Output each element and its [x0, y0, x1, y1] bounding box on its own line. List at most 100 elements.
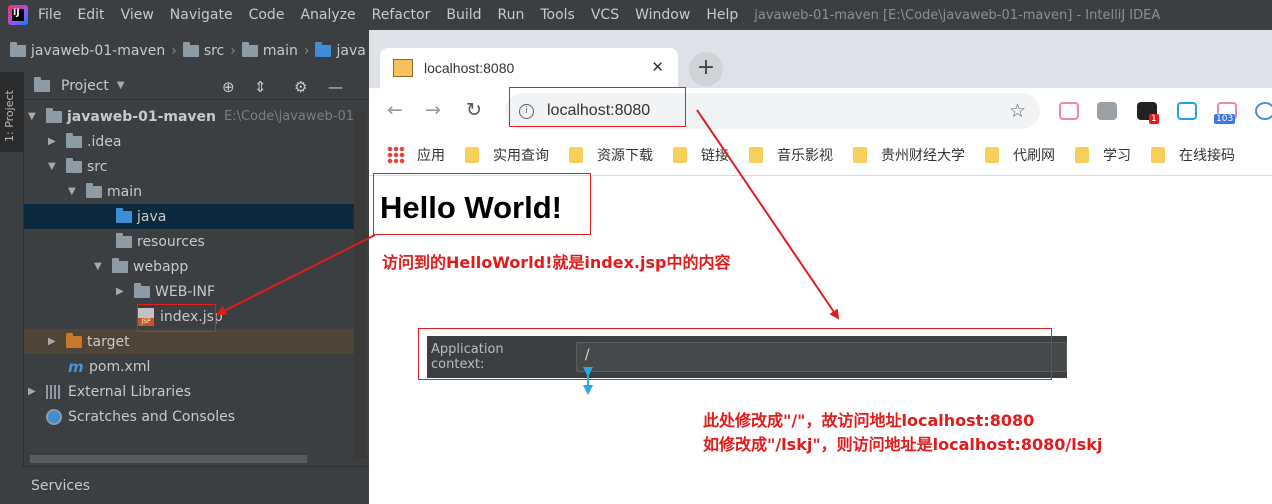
apps-grid-icon[interactable] — [387, 145, 405, 164]
browser-toolbar: ← → ↻ i localhost:8080 ☆ 1 103 — [369, 88, 1272, 134]
folder-icon — [66, 132, 82, 148]
expand-arrow-icon[interactable]: ▶ — [28, 386, 38, 397]
bilibili-extension-icon[interactable] — [1059, 102, 1079, 120]
extension-icon[interactable] — [1255, 102, 1272, 120]
breadcrumb-item-main[interactable]: main › — [241, 42, 309, 59]
menu-code[interactable]: Code — [249, 7, 285, 23]
expand-arrow-icon[interactable]: ▼ — [28, 111, 38, 122]
tree-item-project-root[interactable]: ▼ javaweb-01-maven E:\Code\javaweb-01- — [24, 104, 359, 129]
vertical-scrollbar[interactable] — [354, 112, 367, 458]
expand-arrow-icon[interactable]: ▼ — [94, 261, 104, 272]
menu-analyze[interactable]: Analyze — [300, 7, 355, 23]
menu-refactor[interactable]: Refactor — [372, 7, 431, 23]
bookmark-label: 音乐影视 — [777, 147, 833, 164]
application-context-field: Application context: / — [427, 336, 1067, 378]
project-tool-tab-label: 1: Project — [3, 90, 16, 142]
menu-run[interactable]: Run — [498, 7, 525, 23]
expand-arrow-icon[interactable]: ▶ — [48, 336, 58, 347]
menu-vcs[interactable]: VCS — [591, 7, 619, 23]
bookmark-label: 链接 — [701, 147, 729, 164]
tree-item-src[interactable]: ▼ src — [24, 154, 354, 179]
menu-view[interactable]: View — [121, 7, 154, 23]
info-icon[interactable]: i — [519, 103, 534, 119]
menu-help[interactable]: Help — [706, 7, 738, 23]
application-context-input[interactable]: / — [575, 342, 1067, 372]
resources-folder-icon — [116, 232, 132, 248]
bookmark-folder[interactable]: 在线接码 — [1151, 145, 1235, 165]
reload-icon[interactable]: ↻ — [466, 99, 482, 121]
services-tool-bar[interactable]: Services — [22, 466, 369, 504]
forward-arrow-icon[interactable]: → — [425, 99, 441, 121]
breadcrumb-item-project[interactable]: javaweb-01-maven › — [10, 42, 177, 59]
tree-item-idea[interactable]: ▶ .idea — [24, 129, 354, 154]
bookmark-folder[interactable]: 贵州财经大学 — [853, 145, 965, 165]
collapse-all-icon[interactable]: ⇕ — [254, 78, 267, 96]
excluded-folder-icon — [66, 332, 82, 348]
hide-panel-icon[interactable]: — — [328, 78, 343, 96]
tree-item-label: target — [87, 333, 130, 350]
tree-item-webapp[interactable]: ▼ webapp — [24, 254, 354, 279]
breadcrumb-item-src[interactable]: src › — [182, 42, 236, 59]
tree-item-external-libraries[interactable]: ▶ External Libraries — [24, 379, 354, 404]
menu-file[interactable]: File — [38, 7, 61, 23]
bookmark-label: 在线接码 — [1179, 147, 1235, 164]
tree-item-index-jsp[interactable]: index.jsp — [24, 304, 354, 329]
bookmark-folder[interactable]: 资源下载 — [569, 145, 653, 165]
bookmark-folder[interactable]: 代刷网 — [985, 145, 1055, 165]
expand-arrow-icon[interactable]: ▶ — [116, 286, 126, 297]
menu-tools[interactable]: Tools — [540, 7, 575, 23]
window-title: javaweb-01-maven [E:\Code\javaweb-01-mav… — [754, 7, 1161, 23]
tree-item-label: java — [137, 208, 167, 225]
browser-tab[interactable]: localhost:8080 ✕ — [380, 48, 678, 88]
tree-item-resources[interactable]: resources — [24, 229, 354, 254]
folder-icon — [241, 42, 258, 57]
breadcrumb-label: src — [203, 43, 225, 59]
tv-extension-icon[interactable] — [1177, 102, 1197, 120]
address-text[interactable]: localhost:8080 — [547, 102, 650, 120]
back-arrow-icon[interactable]: ← — [387, 99, 403, 121]
close-icon[interactable]: ✕ — [651, 58, 664, 76]
tab-strip: localhost:8080 ✕ + — [369, 30, 1272, 88]
bookmark-folder[interactable]: 学习 — [1075, 145, 1131, 165]
folder-icon — [569, 146, 583, 163]
breadcrumb-item-java[interactable]: java — [315, 42, 366, 59]
bookmark-folder[interactable]: 音乐影视 — [749, 145, 833, 165]
tree-item-java[interactable]: java — [24, 204, 354, 229]
address-bar[interactable]: i localhost:8080 ☆ — [505, 93, 1040, 129]
menu-window[interactable]: Window — [635, 7, 690, 23]
tree-item-main[interactable]: ▼ main — [24, 179, 354, 204]
project-panel-title[interactable]: Project — [61, 78, 109, 94]
tree-item-web-inf[interactable]: ▶ WEB-INF — [24, 279, 354, 304]
bookmark-folder[interactable]: 链接 — [673, 145, 729, 165]
menu-edit[interactable]: Edit — [77, 7, 104, 23]
gear-icon[interactable]: ⚙ — [294, 78, 307, 96]
tree-item-scratches[interactable]: Scratches and Consoles — [24, 404, 354, 429]
locate-icon[interactable]: ⊕ — [222, 78, 235, 96]
bookmark-folder[interactable]: 实用查询 — [465, 145, 549, 165]
bookmark-label: 学习 — [1103, 147, 1131, 164]
bookmark-star-icon[interactable]: ☆ — [1009, 100, 1026, 122]
bookmark-apps[interactable]: 应用 — [417, 145, 445, 165]
folder-icon — [86, 182, 102, 198]
tree-item-target[interactable]: ▶ target — [24, 329, 354, 354]
expand-arrow-icon[interactable]: ▼ — [48, 161, 58, 172]
bookmark-label: 资源下载 — [597, 147, 653, 164]
folder-icon — [673, 146, 687, 163]
menu-build[interactable]: Build — [446, 7, 481, 23]
extension-icon[interactable] — [1097, 102, 1117, 120]
module-folder-icon — [10, 42, 26, 57]
horizontal-scrollbar[interactable] — [30, 455, 307, 463]
tree-item-label: External Libraries — [68, 383, 191, 400]
new-tab-button[interactable]: + — [689, 52, 723, 86]
breadcrumb: javaweb-01-maven › src › main › java — [0, 38, 369, 64]
expand-arrow-icon[interactable]: ▶ — [48, 136, 58, 147]
menu-navigate[interactable]: Navigate — [170, 7, 233, 23]
project-tool-tab[interactable]: 1: Project — [0, 72, 24, 152]
annotation-note-helloworld: 访问到的HelloWorld!就是index.jsp中的内容 — [382, 253, 731, 272]
tree-item-label: Scratches and Consoles — [68, 408, 235, 425]
expand-arrow-icon[interactable]: ▼ — [68, 186, 78, 197]
tab-title: localhost:8080 — [424, 60, 515, 76]
tree-item-pom[interactable]: m pom.xml — [24, 354, 354, 379]
bookmarks-bar: 应用 实用查询 资源下载 链接 音乐影视 贵州财经大学 代刷网 学习 在线接码 — [369, 134, 1272, 176]
dropdown-arrow-icon[interactable]: ▼ — [117, 80, 125, 91]
